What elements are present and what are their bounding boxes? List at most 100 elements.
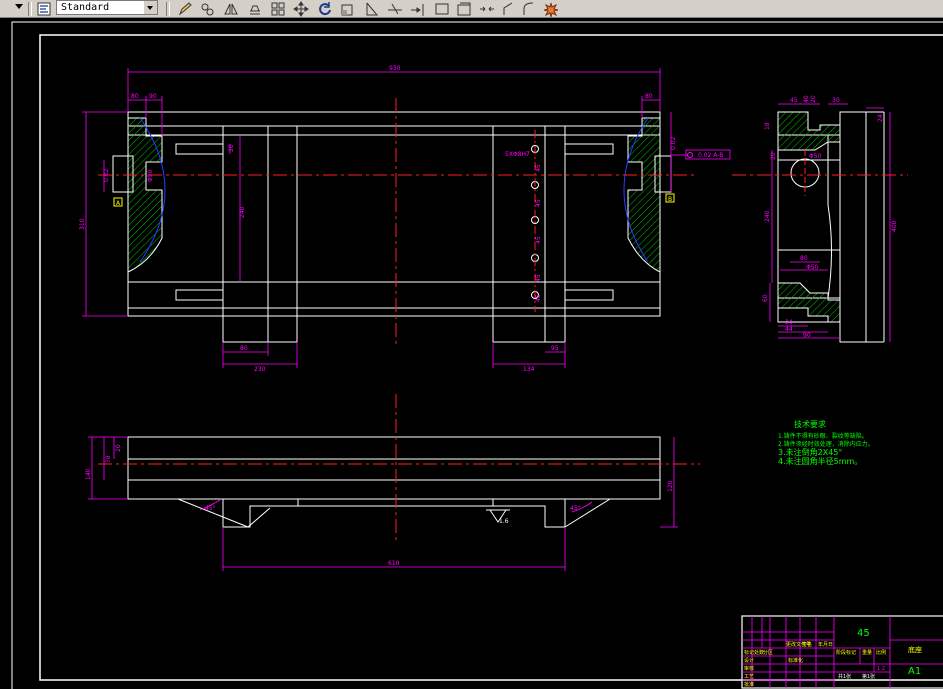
tb-label-date: 年月日 <box>818 641 833 648</box>
tb-part-name: 底座 <box>908 645 922 654</box>
scale-icon[interactable] <box>340 1 356 17</box>
toolbar: Standard <box>0 0 943 18</box>
tb-label-zone: 分区 <box>763 649 773 656</box>
tech-note-1: 1.铸件不得有砂眼、裂纹等缺陷。 <box>778 432 868 440</box>
tb-label-sign: 签名 <box>802 641 812 648</box>
front-dim-angle-right: 45° <box>570 505 581 512</box>
dim-hole-pitch-3: 45 <box>535 236 542 244</box>
dim-small-a: 20 <box>228 144 235 152</box>
dim-left-height: 310 <box>79 218 86 230</box>
side-column <box>839 111 867 343</box>
stretch-icon[interactable] <box>364 1 380 17</box>
tb-label-approve: 批准 <box>744 681 754 688</box>
tb-sheets: 共1张 <box>838 673 851 680</box>
side-dim-height-total: 400 <box>891 220 898 232</box>
dim-inner-height: 240 <box>239 206 246 218</box>
plan-right-rail <box>492 125 566 343</box>
tb-label-stage: 阶段标记 <box>836 649 856 656</box>
dim-hole-pitch-5: 45 <box>535 294 542 302</box>
break-icon[interactable] <box>479 1 495 17</box>
plan-left-section <box>112 117 166 273</box>
dim-right-tol: 0.02 <box>670 136 677 150</box>
front-top-plate <box>127 436 661 500</box>
dim-bottom-right-b: 134 <box>523 366 535 373</box>
mirror-icon[interactable] <box>223 1 239 17</box>
side-dim-top-a: 45 <box>790 97 798 104</box>
toolbar-separator <box>166 2 170 16</box>
tb-scale: 1:2 <box>877 666 885 672</box>
plan-slot-top-left <box>175 143 224 155</box>
surface-finish-value: 1.6 <box>499 518 509 525</box>
toolbar-dropdown-arrow-icon[interactable] <box>15 4 23 9</box>
front-dim-height-a: 20 <box>115 444 122 452</box>
front-base <box>222 499 566 528</box>
dim-bottom-left-b: 230 <box>254 366 266 373</box>
plan-main-body <box>127 111 661 317</box>
side-dim-bottom-c: 44 <box>785 326 793 333</box>
pencil-icon[interactable] <box>177 1 193 17</box>
side-dim-bottom-a: 60 <box>762 294 769 302</box>
tech-note-3: 3.未注倒角2X45° <box>778 447 842 457</box>
trim-icon[interactable] <box>387 1 403 17</box>
front-left-wedge <box>177 498 271 528</box>
plan-view <box>127 111 661 343</box>
fillet-icon[interactable] <box>521 1 537 17</box>
tb-label-review: 审核 <box>744 665 754 672</box>
drawing-canvas[interactable]: 930 80 90 80 310 240 20 80 230 95 134 5X… <box>0 18 943 689</box>
text-style-select[interactable]: Standard <box>56 0 158 15</box>
side-dim-mid-a: 80 <box>800 255 808 262</box>
tolerance-symbol-icon <box>687 152 693 158</box>
side-dim-side-b: 20 <box>770 152 777 160</box>
dim-hole-note: 5XΦ8H7 <box>505 151 530 158</box>
dim-hole-pitch-4: 45 <box>535 274 542 282</box>
side-dim-side-a: 18 <box>764 122 771 130</box>
text-style-value: Standard <box>61 2 110 13</box>
front-right-wedge <box>564 498 611 528</box>
front-dim-height-b: 78 <box>105 455 112 463</box>
datum-markers: A B <box>113 152 693 207</box>
box-icon[interactable] <box>456 1 472 17</box>
grid-icon[interactable] <box>270 1 286 17</box>
dim-hole-pitch-2: 45 <box>535 199 542 207</box>
chamfer-icon[interactable] <box>501 1 517 17</box>
tb-material: 45 <box>857 628 870 639</box>
front-dimensions <box>88 436 678 571</box>
tech-notes-title: 技术要求 <box>794 419 826 429</box>
front-view <box>127 436 661 528</box>
explode-icon[interactable] <box>543 1 559 18</box>
side-dim-mid-b: Φ50 <box>806 264 819 271</box>
side-dim-side-c: 24 <box>877 114 884 122</box>
dim-overall-width: 930 <box>389 65 401 72</box>
rectangle-icon[interactable] <box>434 1 450 17</box>
tb-label-process: 工艺 <box>744 674 754 680</box>
toolbar-separator <box>28 2 32 16</box>
side-view-sections <box>777 111 841 323</box>
plan-left-rail <box>222 125 298 343</box>
side-dim-bottom-b: 34 <box>785 319 793 326</box>
dim-tol-frame: 0.02 A-B <box>698 152 723 159</box>
technical-notes: 技术要求 1.铸件不得有砂眼、裂纹等缺陷。 2.铸件须经时效处理，消除内应力。 … <box>778 419 874 466</box>
dim-left-a: 80 <box>131 93 139 100</box>
tb-label-mark: 标记 <box>744 649 754 656</box>
tb-sheet-no: 第1张 <box>862 673 875 680</box>
tech-note-4: 4.未注圆角半径5mm。 <box>778 456 862 466</box>
chevron-down-icon[interactable] <box>144 1 157 14</box>
side-dim-top-c: 20 <box>810 95 817 103</box>
extend-icon[interactable] <box>410 1 426 17</box>
front-dim-height-c: 140 <box>85 468 92 480</box>
dim-diam-left: Φ50 <box>147 169 154 182</box>
dim-left-b: 90 <box>149 93 157 100</box>
tech-note-2: 2.铸件须经时效处理，消除内应力。 <box>778 440 874 448</box>
offset-icon[interactable] <box>199 1 215 17</box>
plan-right-section <box>623 117 672 273</box>
rotate-icon[interactable] <box>317 1 333 17</box>
dim-hole-pitch-1: 45 <box>535 164 542 172</box>
tb-sheet-size: A1 <box>908 666 921 677</box>
text-style-icon[interactable] <box>36 1 52 17</box>
surface-finish-symbol: 1.6 <box>486 509 510 525</box>
side-dim-bottom-d: 90 <box>803 332 811 339</box>
dim-bottom-right-a: 95 <box>551 345 559 352</box>
tb-label-weight: 重量 <box>862 649 872 656</box>
array-icon[interactable] <box>247 1 263 17</box>
move-icon[interactable] <box>293 1 309 17</box>
